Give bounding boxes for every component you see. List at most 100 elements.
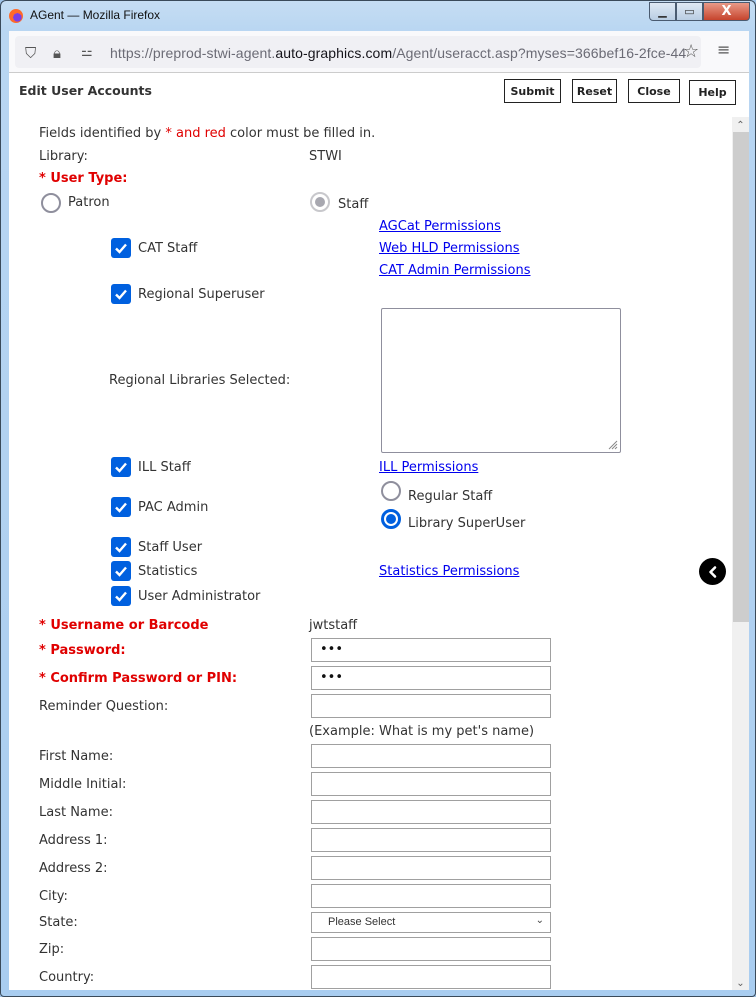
close-button[interactable]: Close <box>628 79 680 103</box>
user-administrator-checkbox[interactable] <box>111 586 131 606</box>
statistics-checkbox[interactable] <box>111 561 131 581</box>
url-bar[interactable]: ⛉ 🔒︎ ⚍ https://preprod-stwi-agent.auto-g… <box>15 36 701 68</box>
maximize-icon: ▭ <box>684 5 695 18</box>
minimize-button[interactable]: ▁ <box>649 2 676 21</box>
user-type-label: * User Type: <box>39 171 128 186</box>
checkmark-icon <box>115 591 127 602</box>
address1-label: Address 1: <box>39 833 108 848</box>
vertical-scrollbar[interactable]: ⌃ ⌄ <box>732 117 749 990</box>
regional-libraries-label: Regional Libraries Selected: <box>109 373 291 388</box>
firefox-logo-icon <box>9 9 23 23</box>
url-prefix: https://preprod-stwi-agent. <box>110 45 276 61</box>
regular-staff-label: Regular Staff <box>408 489 493 504</box>
patron-label: Patron <box>68 195 110 210</box>
address1-input[interactable] <box>311 828 551 852</box>
staff-radio[interactable] <box>310 192 330 212</box>
agcat-permissions-link[interactable]: AGCat Permissions <box>379 219 501 234</box>
reminder-question-hint: (Example: What is my pet's name) <box>309 724 535 739</box>
reminder-question-input[interactable] <box>311 694 551 718</box>
web-hld-permissions-link[interactable]: Web HLD Permissions <box>379 241 520 256</box>
url-host: auto-graphics.com <box>275 45 393 61</box>
checkmark-icon <box>115 243 127 254</box>
staff-label: Staff <box>338 197 369 212</box>
resize-grip-icon[interactable] <box>606 438 618 450</box>
menu-icon[interactable]: ≡ <box>717 40 730 59</box>
notice-highlight: * and red <box>165 126 226 141</box>
permissions-icon[interactable]: ⚍ <box>81 45 93 60</box>
confirm-password-input[interactable]: ••• <box>311 666 551 690</box>
first-name-label: First Name: <box>39 749 114 764</box>
cat-admin-permissions-link[interactable]: CAT Admin Permissions <box>379 263 531 278</box>
submit-button[interactable]: Submit <box>504 79 561 103</box>
ill-permissions-link[interactable]: ILL Permissions <box>379 460 478 475</box>
scrollbar-thumb[interactable] <box>733 132 749 622</box>
regional-superuser-checkbox[interactable] <box>111 284 131 304</box>
state-label: State: <box>39 915 78 930</box>
star-icon[interactable]: ☆ <box>683 41 699 62</box>
collapse-panel-button[interactable] <box>699 558 726 585</box>
username-value: jwtstaff <box>309 618 358 633</box>
ill-staff-checkbox[interactable] <box>111 457 131 477</box>
statistics-label: Statistics <box>138 564 198 579</box>
zip-input[interactable] <box>311 937 551 961</box>
browser-window: AGent — Mozilla Firefox ▁ ▭ X ⛉ 🔒︎ ⚍ htt… <box>0 0 756 997</box>
url-path: /Agent/useracct.asp?myses=366bef16-2fce-… <box>392 45 687 61</box>
notice-suffix: color must be filled in. <box>225 126 376 141</box>
checkmark-icon <box>115 289 127 300</box>
last-name-input[interactable] <box>311 800 551 824</box>
address2-label: Address 2: <box>39 861 108 876</box>
middle-initial-input[interactable] <box>311 772 551 796</box>
staff-user-label: Staff User <box>138 540 203 555</box>
state-selected-value: Please Select <box>328 916 396 928</box>
cat-staff-label: CAT Staff <box>138 241 198 256</box>
country-label: Country: <box>39 970 95 985</box>
reset-button[interactable]: Reset <box>572 79 617 103</box>
minimize-icon: ▁ <box>658 5 667 18</box>
city-label: City: <box>39 889 68 904</box>
reminder-question-label: Reminder Question: <box>39 699 169 714</box>
close-icon: X <box>721 4 732 19</box>
title-bar: AGent — Mozilla Firefox ▁ ▭ X <box>1 1 756 31</box>
pac-admin-checkbox[interactable] <box>111 497 131 517</box>
chevron-left-icon <box>708 565 716 578</box>
scroll-down-icon[interactable]: ⌄ <box>732 975 749 990</box>
address2-input[interactable] <box>311 856 551 880</box>
country-input[interactable] <box>311 965 551 989</box>
confirm-password-label: * Confirm Password or PIN: <box>39 671 238 686</box>
regional-libraries-textarea[interactable] <box>381 308 621 453</box>
password-label: * Password: <box>39 643 126 658</box>
checkmark-icon <box>115 542 127 553</box>
checkmark-icon <box>115 566 127 577</box>
ill-staff-label: ILL Staff <box>138 460 191 475</box>
last-name-label: Last Name: <box>39 805 113 820</box>
checkmark-icon <box>115 502 127 513</box>
cat-staff-checkbox[interactable] <box>111 238 131 258</box>
chevron-down-icon: ⌄ <box>535 915 544 926</box>
city-input[interactable] <box>311 884 551 908</box>
close-window-button[interactable]: X <box>703 2 750 21</box>
page-title: Edit User Accounts <box>19 83 152 98</box>
library-value: STWI <box>309 149 342 164</box>
url-text[interactable]: https://preprod-stwi-agent.auto-graphics… <box>110 45 686 61</box>
library-label: Library: <box>39 149 88 164</box>
help-button[interactable]: Help <box>689 80 736 105</box>
user-administrator-label: User Administrator <box>138 589 261 604</box>
zip-label: Zip: <box>39 942 65 957</box>
regional-superuser-label: Regional Superuser <box>138 287 265 302</box>
state-select[interactable]: Please Select ⌄ <box>311 912 551 933</box>
scroll-up-icon[interactable]: ⌃ <box>732 117 749 133</box>
first-name-input[interactable] <box>311 744 551 768</box>
maximize-button[interactable]: ▭ <box>676 2 703 21</box>
statistics-permissions-link[interactable]: Statistics Permissions <box>379 564 519 579</box>
patron-radio[interactable] <box>41 193 61 213</box>
password-input[interactable]: ••• <box>311 638 551 662</box>
regular-staff-radio[interactable] <box>381 481 401 501</box>
page-content: Edit User Accounts Submit Reset Close He… <box>9 72 749 990</box>
shield-icon[interactable]: ⛉ <box>25 44 36 62</box>
library-superuser-radio[interactable] <box>381 509 401 529</box>
staff-user-checkbox[interactable] <box>111 537 131 557</box>
library-superuser-label: Library SuperUser <box>408 516 526 531</box>
username-label: * Username or Barcode <box>39 618 209 633</box>
lock-icon[interactable]: 🔒︎ <box>53 44 61 62</box>
notice-prefix: Fields identified by <box>39 126 166 141</box>
